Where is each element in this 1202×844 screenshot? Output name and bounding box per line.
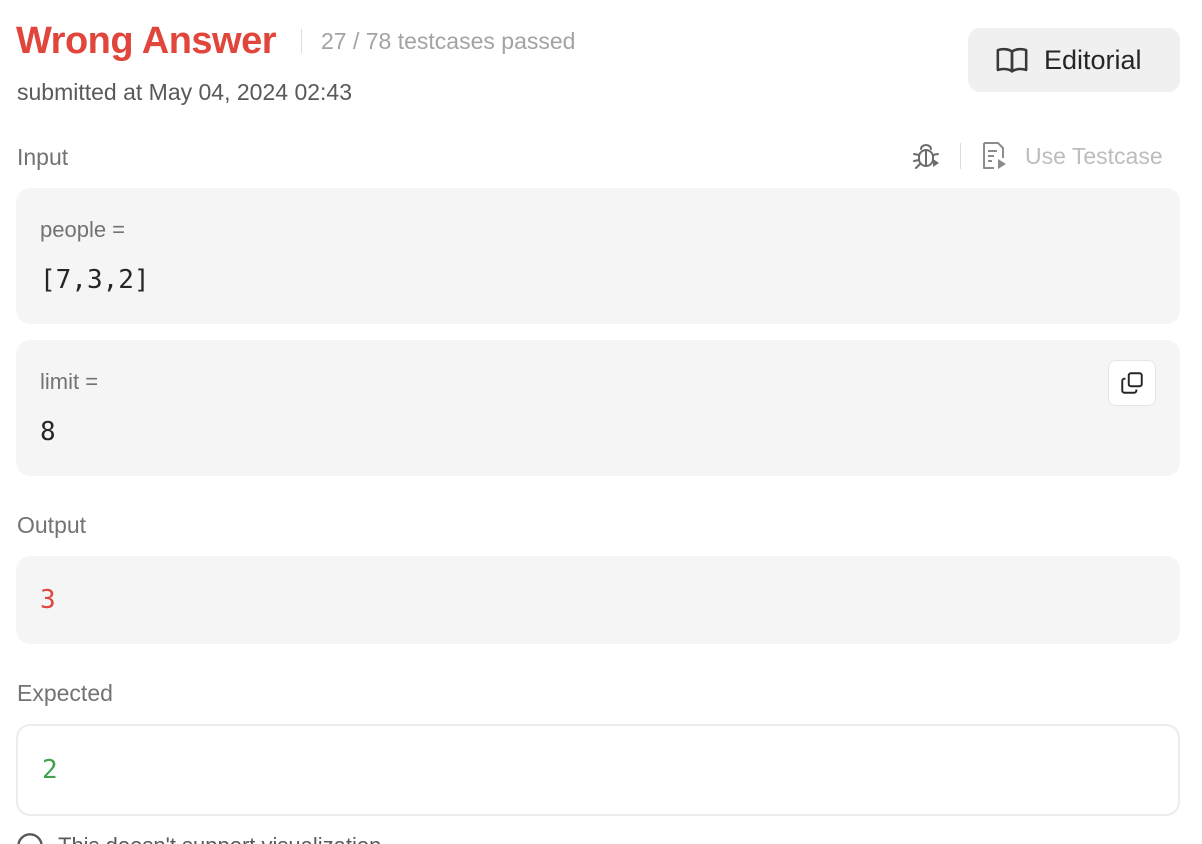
input-toolbar: Use Testcase	[908, 136, 1163, 176]
param-value[interactable]: [7,3,2]	[40, 264, 150, 296]
visualization-note: This doesn't support visualization	[16, 832, 381, 844]
param-box-limit: limit = 8	[16, 340, 1180, 476]
copy-icon	[1121, 372, 1143, 394]
expected-value[interactable]: 2	[42, 754, 58, 786]
input-label: Input	[17, 144, 69, 170]
debug-button[interactable]	[908, 138, 944, 174]
testcases-passed: 27 / 78 testcases passed	[321, 28, 576, 54]
param-name: people =	[40, 217, 126, 242]
expected-label: Expected	[17, 680, 113, 706]
param-value[interactable]: 8	[40, 416, 56, 448]
output-label: Output	[17, 512, 87, 538]
editorial-label: Editorial	[1044, 44, 1142, 75]
visualization-note-text: This doesn't support visualization	[58, 832, 381, 844]
header-divider	[301, 29, 302, 53]
submission-time: submitted at May 04, 2024 02:43	[17, 79, 352, 105]
use-testcase-button[interactable]: Use Testcase	[979, 140, 1163, 172]
param-box-people: people = [7,3,2]	[16, 188, 1180, 324]
copy-button[interactable]	[1108, 360, 1156, 406]
toolbar-divider	[960, 143, 961, 169]
file-play-icon	[983, 142, 1006, 169]
book-open-icon	[996, 47, 1028, 73]
bug-icon	[913, 144, 939, 169]
expected-box: 2	[16, 724, 1180, 816]
info-circle-icon	[17, 833, 43, 844]
editorial-button[interactable]: Editorial	[968, 28, 1180, 92]
param-name: limit =	[40, 369, 99, 394]
use-testcase-label: Use Testcase	[1025, 142, 1163, 169]
output-box: 3	[16, 556, 1180, 644]
verdict-title: Wrong Answer	[16, 20, 277, 62]
output-value[interactable]: 3	[40, 584, 56, 616]
